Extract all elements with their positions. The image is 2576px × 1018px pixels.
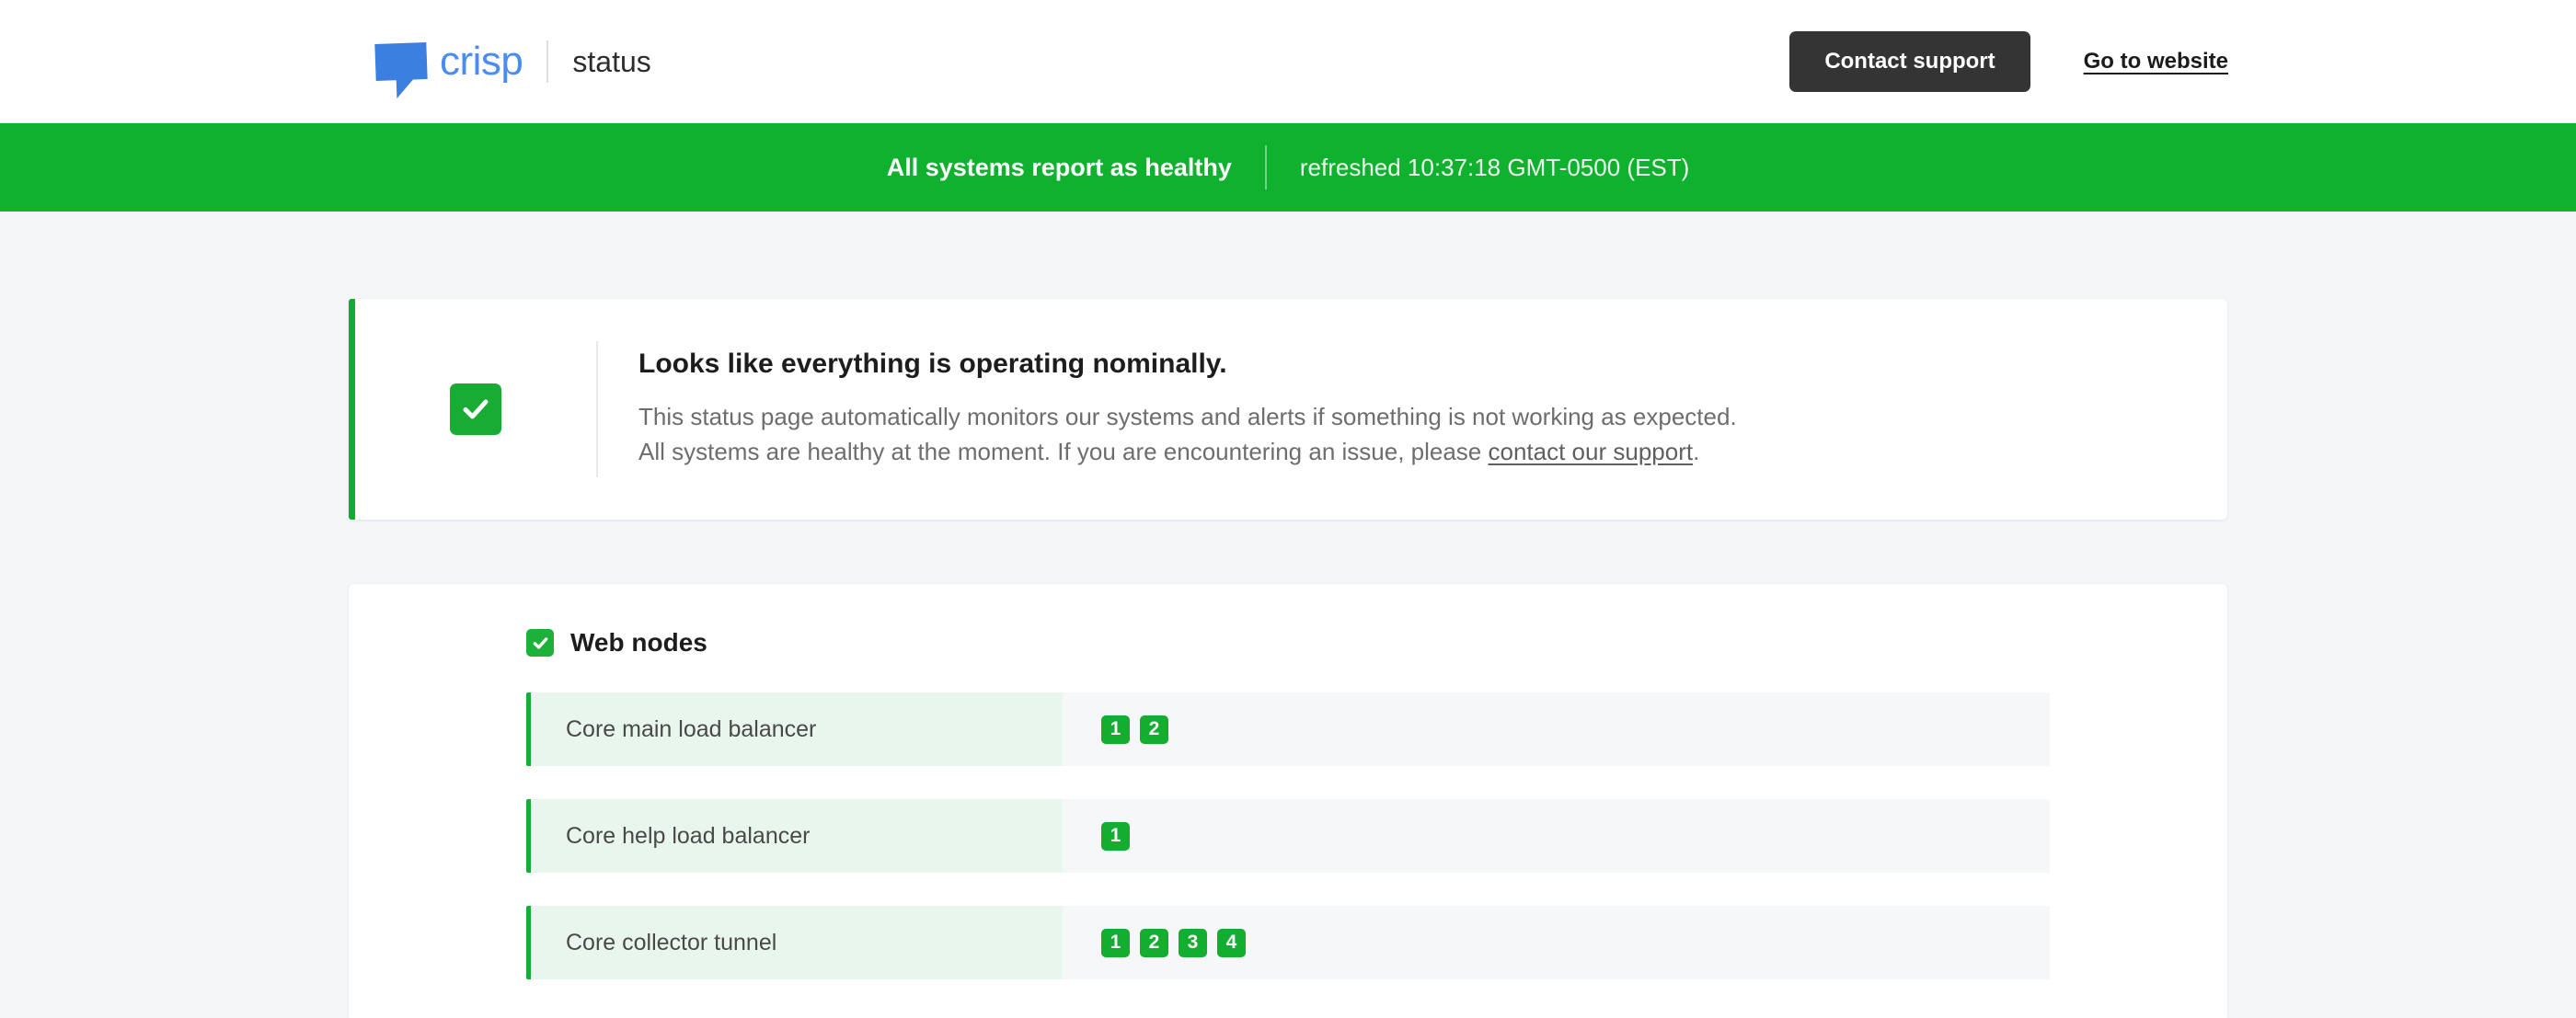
web-nodes-card: Web nodes Core main load balancer 1 2 Core … xyxy=(349,584,2227,1018)
node-label: Core main load balancer xyxy=(531,692,1063,766)
node-status-badge[interactable]: 1 xyxy=(1101,715,1130,744)
status-text-block: Looks like everything is operating nomin… xyxy=(598,349,1737,469)
node-badge-group: 1234 xyxy=(1063,906,2050,979)
node-status-badge[interactable]: 4 xyxy=(1217,928,1246,957)
status-line2-prefix: All systems are healthy at the moment. I… xyxy=(638,438,1489,465)
table-row: Core help load balancer 1 xyxy=(526,799,2050,873)
table-row: Core collector tunnel 1 2 3 4 xyxy=(526,906,2050,979)
node-row-list: Core main load balancer 1 2 Core help load … xyxy=(349,692,2227,979)
global-status-banner: All systems report as healthy refreshed … xyxy=(0,123,2576,212)
node-label: Core collector tunnel xyxy=(531,906,1063,979)
go-to-website-link[interactable]: Go to website xyxy=(2084,49,2228,74)
brand-subtitle: status xyxy=(572,44,651,78)
header-actions: Contact support Go to website xyxy=(1789,0,2576,123)
status-description-line-2: All systems are healthy at the moment. I… xyxy=(638,435,1737,470)
status-line2-suffix: . xyxy=(1693,438,1700,465)
table-row: Core main load balancer 1 2 xyxy=(526,692,2050,766)
web-nodes-title: Web nodes xyxy=(570,628,707,657)
status-title: Looks like everything is operating nomin… xyxy=(638,349,1227,380)
node-badge-group: 12 xyxy=(1063,692,2050,766)
node-badge-group: 1 xyxy=(1063,799,2050,873)
status-icon-wrap xyxy=(355,383,596,435)
status-summary-card: Looks like everything is operating nomin… xyxy=(349,299,2227,520)
check-icon xyxy=(450,383,501,435)
contact-support-button[interactable]: Contact support xyxy=(1789,31,2030,92)
banner-refreshed-time: refreshed 10:37:18 GMT-0500 (EST) xyxy=(1299,153,1690,181)
page-header: crisp status Contact support Go to websi… xyxy=(0,0,2576,123)
node-status-badge[interactable]: 1 xyxy=(1101,928,1130,957)
logo-wordmark: crisp xyxy=(440,39,523,84)
banner-divider xyxy=(1264,145,1267,189)
web-nodes-header: Web nodes xyxy=(349,628,2227,658)
check-icon xyxy=(526,629,554,657)
status-description-line-1: This status page automatically monitors … xyxy=(638,403,1737,431)
node-status-badge[interactable]: 3 xyxy=(1179,928,1207,957)
brand-divider xyxy=(546,40,549,83)
node-status-badge[interactable]: 2 xyxy=(1140,928,1168,957)
speech-bubble-icon xyxy=(374,42,428,81)
node-label: Core help load balancer xyxy=(531,799,1063,873)
brand[interactable]: crisp status xyxy=(374,39,651,84)
node-status-badge[interactable]: 2 xyxy=(1140,715,1168,744)
node-status-badge[interactable]: 1 xyxy=(1101,821,1130,851)
contact-our-support-link[interactable]: contact our support xyxy=(1489,438,1694,465)
banner-headline: All systems report as healthy xyxy=(886,153,1232,181)
